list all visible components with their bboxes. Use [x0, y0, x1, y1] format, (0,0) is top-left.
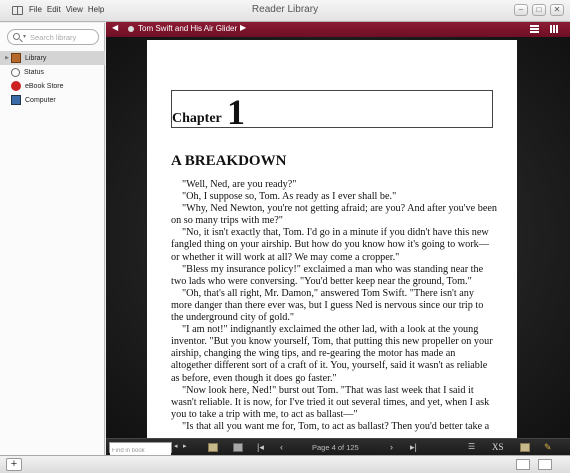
window-title: Reader Library — [251, 4, 319, 15]
bookmark-icon[interactable] — [208, 443, 218, 452]
sidebar-item-computer[interactable]: Computer — [0, 93, 105, 107]
last-page-icon[interactable]: ▸| — [410, 441, 417, 453]
list-view-icon[interactable] — [530, 25, 539, 33]
add-button[interactable]: + — [6, 458, 22, 471]
chapter-body: "Well, Ned, are you ready?" "Oh, I suppo… — [171, 179, 497, 433]
toc-icon[interactable]: ☰ — [468, 441, 475, 453]
computer-icon — [11, 95, 21, 105]
chapter-heading: A BREAKDOWN — [171, 153, 287, 169]
font-size-button[interactable]: XS — [492, 442, 504, 452]
chapter-number: 1 — [227, 92, 245, 132]
ebook-store-icon — [11, 81, 21, 91]
sidebar-item-ebook-store[interactable]: eBook Store — [0, 79, 105, 93]
close-button[interactable]: ✕ — [550, 4, 564, 16]
first-page-icon[interactable]: |◂ — [257, 441, 264, 453]
minimize-button[interactable]: – — [514, 4, 528, 16]
sidebar: ▾ ▶ Library Status eBook Store Computer — [0, 23, 105, 455]
book-page: Chapter 1 A BREAKDOWN "Well, Ned, are yo… — [147, 40, 517, 438]
status-bar: + — [0, 455, 570, 473]
book-title[interactable]: Tom Swift and His Air Glider — [138, 24, 237, 33]
paragraph: "Bless my insurance policy!" exclaimed a… — [171, 263, 484, 287]
paragraph: "Well, Ned, are you ready?" — [182, 179, 297, 190]
next-page-icon[interactable]: › — [390, 441, 393, 453]
list-layout-icon[interactable] — [516, 459, 530, 470]
title-bar: File Edit View Help Reader Library – □ ✕ — [0, 0, 570, 22]
back-arrow-icon[interactable]: ◀ — [112, 23, 118, 32]
library-icon — [11, 53, 21, 63]
notes-icon[interactable] — [233, 443, 243, 452]
sidebar-list: ▶ Library Status eBook Store Computer — [0, 51, 105, 107]
reader-area: Chapter 1 A BREAKDOWN "Well, Ned, are yo… — [106, 37, 570, 438]
find-in-book-box[interactable] — [109, 442, 172, 456]
paragraph: "Oh, I suppose so, Tom. As ready as I ev… — [182, 191, 397, 203]
dictionary-icon[interactable] — [520, 443, 530, 452]
previous-page-icon[interactable]: ‹ — [280, 441, 283, 453]
book-info-icon[interactable] — [128, 26, 134, 32]
grid-layout-icon[interactable] — [538, 459, 552, 470]
search-input[interactable] — [30, 31, 96, 43]
grid-view-icon[interactable] — [550, 25, 559, 33]
paragraph: "Why, Ned Newton, you're not getting afr… — [171, 203, 497, 227]
find-next-icon[interactable]: ▸ — [183, 441, 187, 453]
page-indicator: Page 4 of 125 — [312, 443, 359, 452]
paragraph: "No, it isn't exactly that, Tom. I'd go … — [171, 227, 489, 263]
sidebar-item-label: Status — [24, 68, 44, 76]
paragraph: "Now look here, Ned!" burst out Tom. "Th… — [171, 384, 490, 420]
reader-toolbar: ◂ ▸ |◂ ‹ Page 4 of 125 › ▸| ☰ XS ✎ — [106, 438, 570, 456]
sidebar-item-library[interactable]: ▶ Library — [0, 51, 105, 65]
paragraph: "I am not!" indignantly exclaimed the ot… — [171, 324, 493, 384]
forward-arrow-icon[interactable]: ▶ — [240, 23, 246, 32]
search-box[interactable]: ▾ — [7, 29, 99, 45]
sidebar-item-status[interactable]: Status — [0, 65, 105, 79]
maximize-button[interactable]: □ — [532, 4, 546, 16]
search-icon — [13, 33, 20, 40]
chapter-label: Chapter — [172, 111, 222, 126]
sidebar-item-label: Library — [25, 54, 47, 62]
find-previous-icon[interactable]: ◂ — [174, 441, 178, 453]
sidebar-item-label: eBook Store — [25, 82, 64, 90]
paragraph: "Is that all you want me for, Tom, to ac… — [182, 420, 490, 432]
status-icon — [11, 67, 20, 77]
disclosure-triangle-icon[interactable]: ▶ — [3, 55, 11, 61]
paragraph: "Oh, that's all right, Mr. Damon," answe… — [171, 287, 484, 324]
pencil-icon[interactable]: ✎ — [544, 441, 552, 453]
book-title-bar: ◀ Tom Swift and His Air Glider ▶ — [106, 22, 570, 37]
sidebar-item-label: Computer — [25, 96, 56, 104]
search-dropdown-icon[interactable]: ▾ — [23, 33, 26, 40]
chapter-header: Chapter 1 — [171, 90, 493, 132]
